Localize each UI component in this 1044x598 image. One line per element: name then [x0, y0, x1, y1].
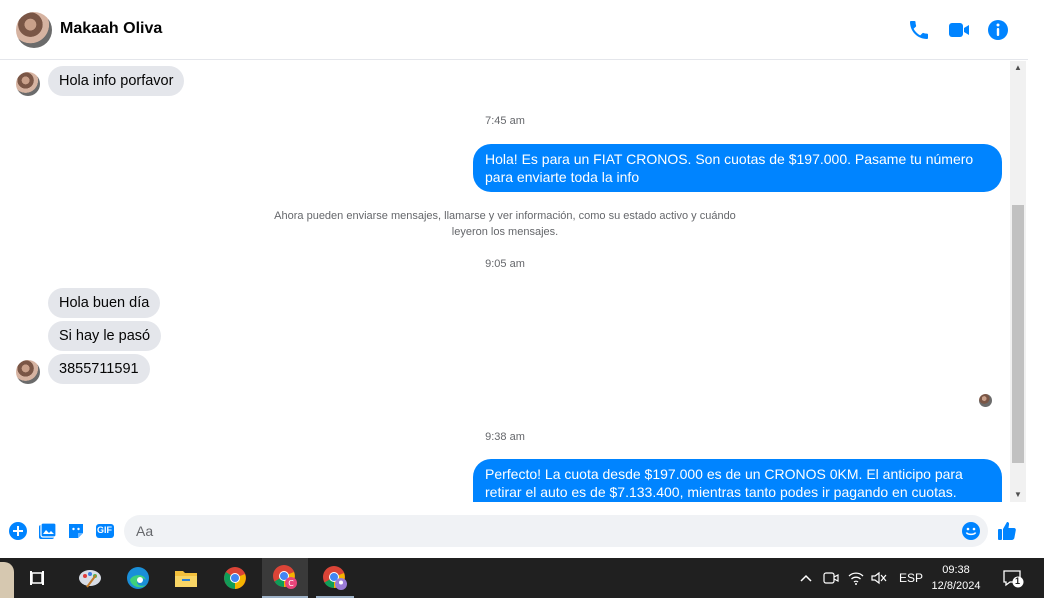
- wifi-icon[interactable]: [847, 558, 865, 598]
- sticker-icon[interactable]: [65, 520, 87, 542]
- notification-count-badge: 1: [1015, 576, 1021, 586]
- message-input-placeholder: Aa: [136, 523, 154, 539]
- start-edge-thumbnail[interactable]: [0, 562, 14, 598]
- emoji-icon[interactable]: [960, 520, 982, 542]
- notifications-icon[interactable]: 1: [1002, 558, 1024, 598]
- scroll-down-arrow-icon[interactable]: ▼: [1010, 488, 1026, 502]
- message-incoming[interactable]: Hola buen día: [48, 288, 161, 318]
- paint-app-icon[interactable]: [67, 558, 113, 598]
- contact-avatar[interactable]: [16, 12, 52, 48]
- meet-now-icon[interactable]: [822, 558, 840, 598]
- message-incoming[interactable]: 3855711591: [48, 354, 150, 384]
- message-timestamp: 7:45 am: [485, 115, 525, 127]
- edge-browser-icon[interactable]: [115, 558, 161, 598]
- message-composer: GIF Aa: [0, 510, 1028, 554]
- message-timestamp: 9:38 am: [485, 431, 525, 443]
- volume-muted-icon[interactable]: [870, 558, 888, 598]
- message-incoming[interactable]: Hola info porfavor: [48, 66, 185, 96]
- message-incoming[interactable]: Si hay le pasó: [48, 321, 162, 351]
- task-view-icon[interactable]: [14, 558, 60, 598]
- chrome-profile-avatar-icon[interactable]: [312, 558, 358, 598]
- show-hidden-icons-icon[interactable]: [798, 558, 814, 598]
- chrome-browser-icon[interactable]: [212, 558, 258, 598]
- photo-icon[interactable]: [36, 520, 58, 542]
- contact-avatar-small[interactable]: [16, 72, 40, 96]
- seen-indicator-avatar: [979, 394, 992, 407]
- chat-scrollbar[interactable]: ▲ ▼: [1010, 61, 1026, 502]
- gif-label: GIF: [97, 525, 112, 535]
- contact-avatar-small[interactable]: [16, 360, 40, 384]
- svg-text:C: C: [288, 579, 294, 588]
- system-notice: Ahora pueden enviarse mensajes, llamarse…: [274, 210, 736, 238]
- message-timestamp: 9:05 am: [485, 258, 525, 270]
- phone-icon[interactable]: [907, 18, 931, 42]
- windows-taskbar: C ESP 09:38 12/8/2024 1: [0, 558, 1044, 598]
- message-input[interactable]: Aa: [124, 515, 988, 547]
- input-language[interactable]: ESP: [899, 558, 923, 598]
- video-call-icon[interactable]: [947, 18, 971, 42]
- contact-name[interactable]: Makaah Oliva: [60, 20, 162, 38]
- taskbar-clock[interactable]: 09:38 12/8/2024: [926, 562, 986, 594]
- more-actions-plus-icon[interactable]: [7, 520, 29, 542]
- file-explorer-icon[interactable]: [163, 558, 209, 598]
- clock-time: 09:38: [942, 564, 970, 576]
- message-outgoing[interactable]: Perfecto! La cuota desde $197.000 es de …: [473, 459, 1002, 502]
- messenger-window: Makaah Oliva Hola info porfavor 7:45 am …: [0, 0, 1044, 598]
- chrome-profile-c-icon[interactable]: C: [262, 558, 308, 598]
- message-list[interactable]: Hola info porfavor 7:45 am Hola! Es para…: [0, 61, 1010, 502]
- scroll-up-arrow-icon[interactable]: ▲: [1010, 61, 1026, 75]
- clock-date: 12/8/2024: [931, 580, 981, 592]
- message-outgoing[interactable]: Hola! Es para un FIAT CRONOS. Son cuotas…: [473, 144, 1002, 192]
- gif-icon[interactable]: GIF: [94, 520, 116, 542]
- scrollbar-thumb[interactable]: [1012, 205, 1024, 463]
- thumbs-up-icon[interactable]: [996, 520, 1018, 542]
- info-icon[interactable]: [986, 18, 1010, 42]
- conversation-header: Makaah Oliva: [0, 0, 1028, 60]
